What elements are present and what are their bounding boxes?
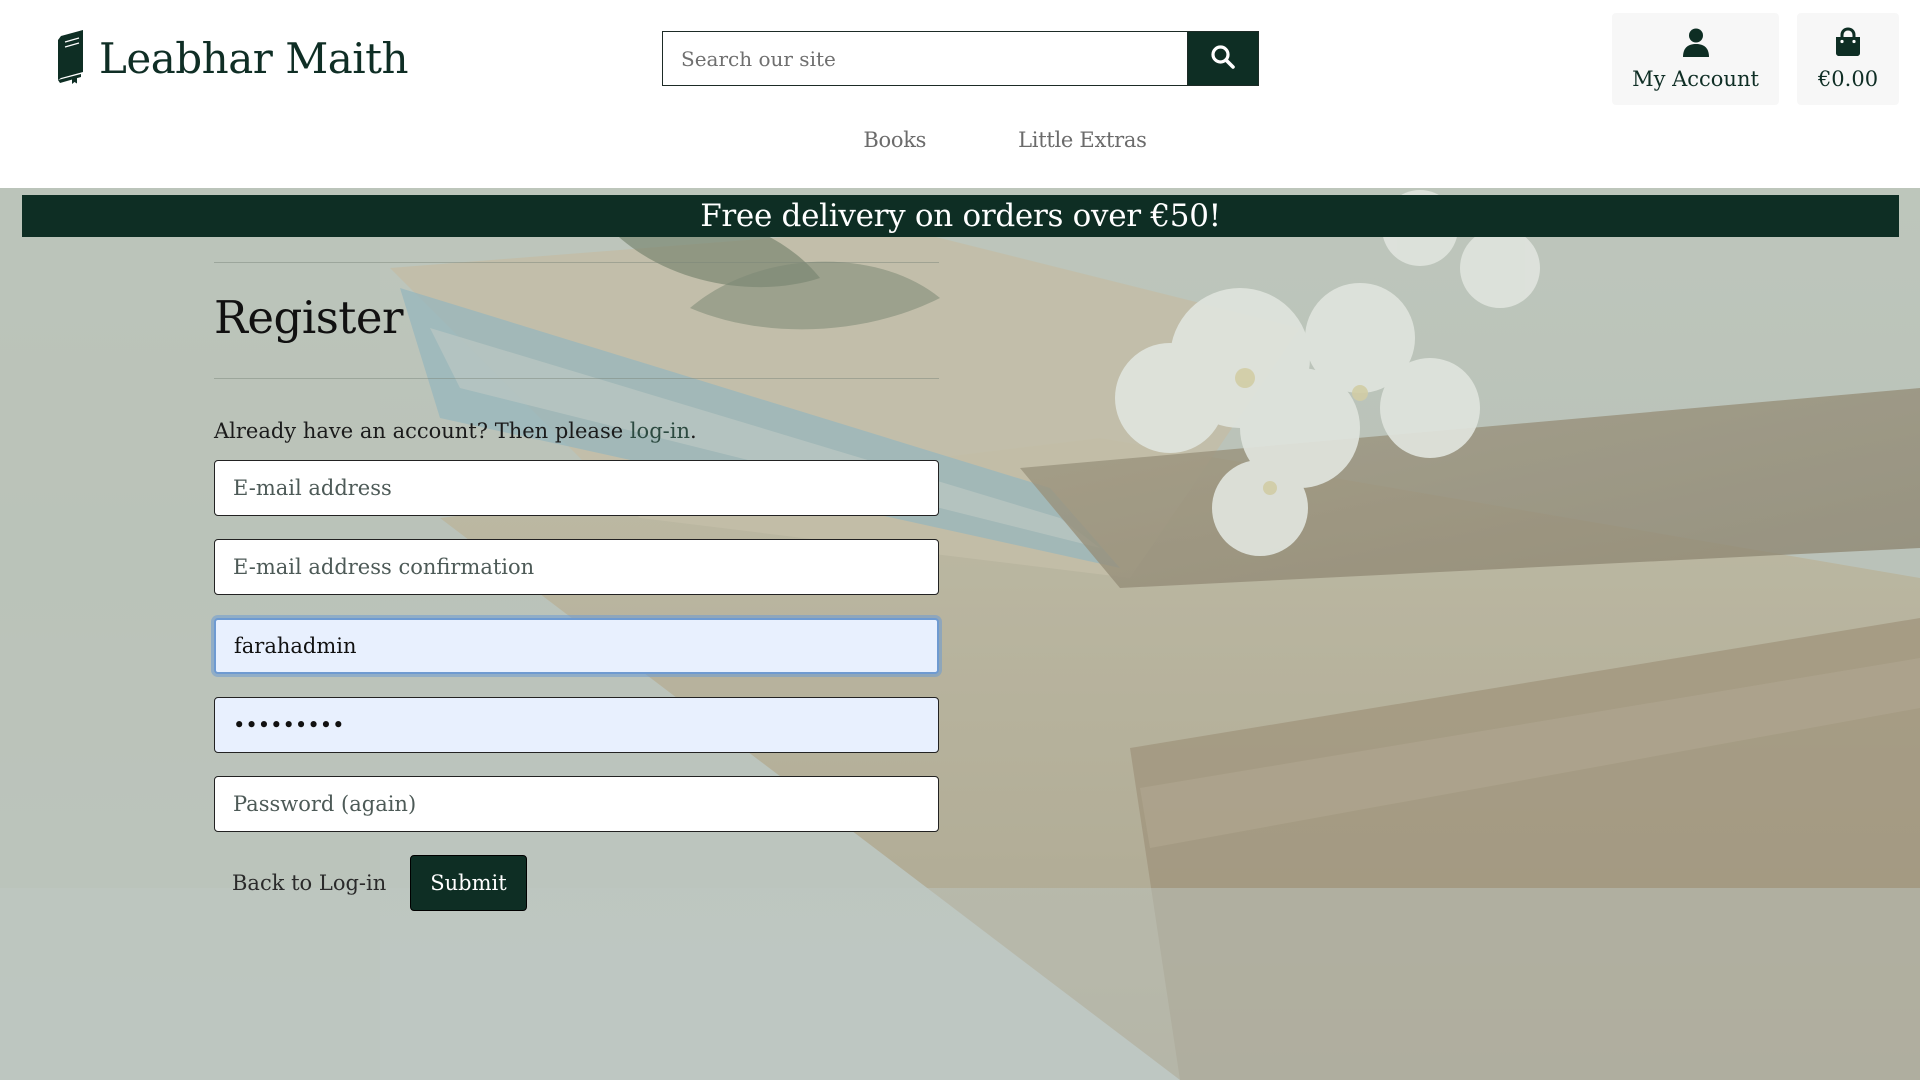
password-again-field[interactable] <box>214 776 939 832</box>
site-logo[interactable]: Leabhar Maith <box>55 26 409 90</box>
shopping-bag-icon <box>1833 27 1863 67</box>
search-icon <box>1210 44 1236 74</box>
page-title: Register <box>214 291 404 344</box>
login-link[interactable]: log-in <box>630 419 690 443</box>
brand-name: Leabhar Maith <box>99 33 409 83</box>
form-actions: Back to Log-in Submit <box>214 855 939 911</box>
promo-banner: Free delivery on orders over €50! <box>22 195 1899 237</box>
book-icon <box>55 28 89 88</box>
login-prompt-end: . <box>689 419 697 443</box>
divider <box>214 262 939 263</box>
my-account-label: My Account <box>1632 67 1759 91</box>
email-field[interactable] <box>214 460 939 516</box>
cart-button[interactable]: €0.00 <box>1797 13 1899 105</box>
submit-button[interactable]: Submit <box>410 855 527 911</box>
search-input[interactable] <box>662 31 1187 86</box>
promo-text: Free delivery on orders over €50! <box>700 198 1221 234</box>
email-confirm-field[interactable] <box>214 539 939 595</box>
login-prompt-text: Already have an account? Then please <box>214 419 630 443</box>
password-field[interactable] <box>214 697 939 753</box>
search-bar <box>662 31 1259 86</box>
site-header: Leabhar Maith My Account <box>0 0 1920 188</box>
my-account-button[interactable]: My Account <box>1612 13 1779 105</box>
nav-item-books[interactable]: Books <box>863 128 926 168</box>
username-field[interactable] <box>214 618 939 674</box>
user-icon <box>1681 27 1711 67</box>
main-nav: Books Little Extras <box>0 128 1920 168</box>
search-button[interactable] <box>1187 31 1259 86</box>
nav-item-little-extras[interactable]: Little Extras <box>1018 128 1147 168</box>
divider <box>214 378 939 379</box>
register-form: Register Already have an account? Then p… <box>214 262 939 911</box>
cart-total: €0.00 <box>1817 67 1879 91</box>
login-prompt: Already have an account? Then please log… <box>214 417 939 445</box>
back-to-login-link[interactable]: Back to Log-in <box>232 871 386 895</box>
